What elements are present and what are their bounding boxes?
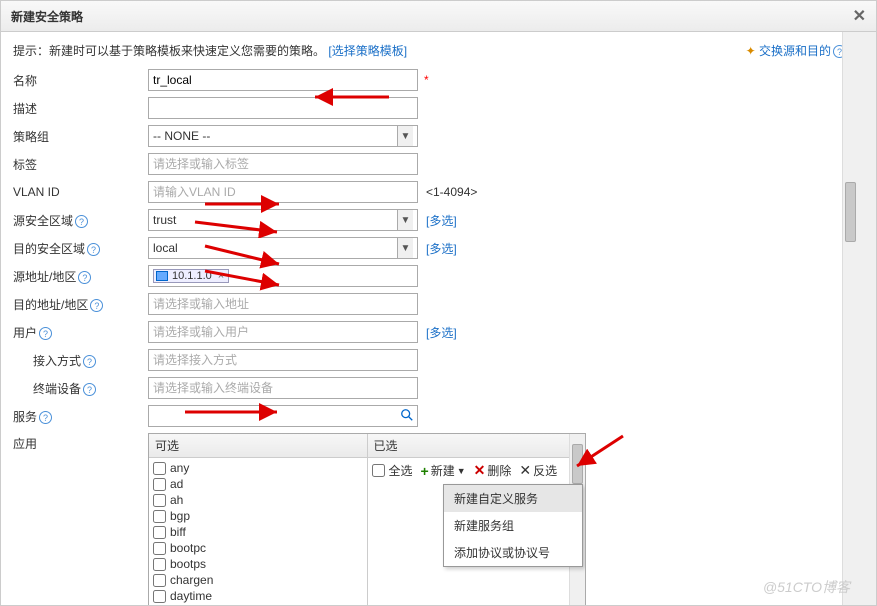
new-button[interactable]: +新建▼	[421, 462, 466, 479]
help-icon[interactable]: ?	[83, 383, 96, 396]
help-icon[interactable]: ?	[87, 243, 100, 256]
body-scrollbar[interactable]	[842, 32, 858, 605]
label-tag: 标签	[13, 156, 148, 173]
label-srczone: 源安全区域	[13, 214, 73, 228]
srcaddr-tag-text: 10.1.1.0	[172, 270, 212, 282]
terminal-input[interactable]	[148, 377, 418, 399]
desc-input[interactable]	[148, 97, 418, 119]
hint-text: 提示：新建时可以基于策略模板来快速定义您需要的策略。	[13, 44, 325, 58]
picker-item[interactable]: ad	[153, 476, 363, 492]
host-icon	[156, 271, 168, 281]
user-input[interactable]	[148, 321, 418, 343]
picker-item[interactable]: bootps	[153, 556, 363, 572]
search-icon[interactable]	[400, 408, 414, 422]
picker-item[interactable]: diameter	[153, 604, 363, 605]
invert-button[interactable]: ✕反选	[519, 462, 557, 479]
label-vlan: VLAN ID	[13, 185, 148, 199]
service-picker: 可选 anyadahbgpbiffbootpcbootpschargendayt…	[148, 433, 586, 605]
new-menu: 新建自定义服务 新建服务组 添加协议或协议号	[443, 484, 583, 567]
close-icon[interactable]: ✕	[853, 6, 866, 26]
picker-item[interactable]: bgp	[153, 508, 363, 524]
chevron-down-icon: ▼	[397, 238, 413, 258]
chevron-down-icon: ▼	[397, 210, 413, 230]
help-icon[interactable]: ?	[78, 271, 91, 284]
picker-item[interactable]: biff	[153, 524, 363, 540]
label-access: 接入方式	[33, 354, 81, 368]
label-app: 应用	[13, 437, 37, 451]
label-dstaddr: 目的地址/地区	[13, 298, 88, 312]
srczone-value: trust	[153, 213, 176, 227]
menu-service-group[interactable]: 新建服务组	[444, 512, 582, 539]
label-desc: 描述	[13, 100, 148, 117]
help-icon[interactable]: ?	[83, 355, 96, 368]
label-user: 用户	[13, 326, 37, 340]
label-terminal: 终端设备	[33, 382, 81, 396]
help-icon[interactable]: ?	[39, 411, 52, 424]
invert-icon: ✕	[519, 462, 531, 479]
dstzone-value: local	[153, 241, 178, 255]
delete-icon: ✕	[474, 462, 486, 479]
vlan-range: <1-4094>	[426, 185, 477, 199]
tag-input[interactable]	[148, 153, 418, 175]
picker-selected-head: 已选	[368, 434, 586, 458]
vlan-input[interactable]	[148, 181, 418, 203]
delete-button[interactable]: ✕删除	[474, 462, 512, 479]
srcaddr-input[interactable]: 10.1.1.0 ×	[148, 265, 418, 287]
picker-item[interactable]: ah	[153, 492, 363, 508]
dstaddr-input[interactable]	[148, 293, 418, 315]
plus-icon: +	[421, 463, 429, 479]
label-group: 策略组	[13, 128, 148, 145]
picker-available-list[interactable]: anyadahbgpbiffbootpcbootpschargendaytime…	[149, 458, 367, 605]
label-dstzone: 目的安全区域	[13, 242, 85, 256]
watermark: @51CTO博客	[763, 577, 850, 597]
label-service: 服务	[13, 410, 37, 424]
picker-available-head: 可选	[149, 434, 367, 458]
dstzone-more-link[interactable]: [多选]	[426, 240, 457, 257]
chevron-down-icon: ▼	[397, 126, 413, 146]
srcaddr-tag: 10.1.1.0 ×	[153, 269, 229, 283]
tag-remove-icon[interactable]: ×	[216, 270, 226, 282]
srczone-select[interactable]: trust ▼	[148, 209, 418, 231]
select-all[interactable]: 全选	[372, 461, 413, 480]
picker-item[interactable]: chargen	[153, 572, 363, 588]
user-more-link[interactable]: [多选]	[426, 324, 457, 341]
label-name: 名称	[13, 72, 148, 89]
label-srcaddr: 源地址/地区	[13, 270, 76, 284]
select-template-link[interactable]: [选择策略模板]	[328, 44, 407, 58]
group-value: -- NONE --	[153, 129, 210, 143]
service-search-input[interactable]	[148, 405, 418, 427]
select-all-label: 全选	[389, 462, 413, 479]
picker-item[interactable]: daytime	[153, 588, 363, 604]
help-icon[interactable]: ?	[75, 215, 88, 228]
dstzone-select[interactable]: local ▼	[148, 237, 418, 259]
menu-custom-service[interactable]: 新建自定义服务	[444, 485, 582, 512]
menu-add-proto[interactable]: 添加协议或协议号	[444, 539, 582, 566]
required-mark: *	[424, 73, 429, 87]
name-input[interactable]	[148, 69, 418, 91]
chevron-down-icon: ▼	[457, 466, 466, 476]
srczone-more-link[interactable]: [多选]	[426, 212, 457, 229]
group-select[interactable]: -- NONE -- ▼	[148, 125, 418, 147]
picker-item[interactable]: bootpc	[153, 540, 363, 556]
help-icon[interactable]: ?	[90, 299, 103, 312]
dialog-title: 新建安全策略	[11, 8, 83, 25]
picker-item[interactable]: any	[153, 460, 363, 476]
hint-row: 提示：新建时可以基于策略模板来快速定义您需要的策略。 [选择策略模板]	[13, 42, 407, 59]
access-input[interactable]	[148, 349, 418, 371]
swap-src-dst-link[interactable]: 交换源和目的	[759, 44, 831, 58]
help-icon[interactable]: ?	[39, 327, 52, 340]
